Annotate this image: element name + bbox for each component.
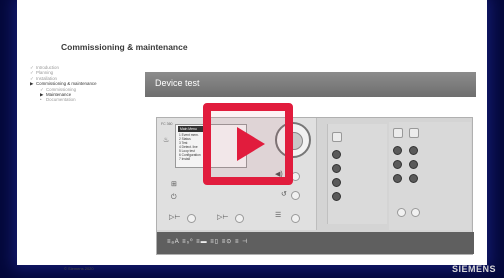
device-key bbox=[409, 174, 418, 183]
device-key bbox=[332, 164, 341, 173]
device-button bbox=[291, 214, 300, 223]
device-button bbox=[235, 214, 244, 223]
play-icon bbox=[237, 127, 265, 161]
device-key bbox=[409, 160, 418, 169]
power-icon: ⏻ bbox=[171, 194, 177, 201]
copyright-notice: © Siemens 2020 bbox=[64, 266, 94, 271]
relay-icon: ▷⊢ bbox=[217, 214, 229, 221]
video-play-button[interactable] bbox=[203, 103, 293, 185]
siemens-logo: SIEMENS bbox=[451, 264, 496, 274]
device-key bbox=[332, 132, 342, 142]
siren-icon: ☰ bbox=[275, 212, 282, 219]
device-key bbox=[332, 192, 341, 201]
flame-icon: ♨ bbox=[163, 137, 170, 144]
device-key bbox=[409, 128, 419, 138]
device-key bbox=[393, 174, 402, 183]
course-navigation: ✓ Introduction ✓ Planning ✓ Installation ▶ C… bbox=[30, 65, 160, 103]
device-status-strip: ≡ₐA ≡₀⁰ ≡▬ ≡▯ ≡⊙ ≡ ⊣ bbox=[157, 232, 474, 254]
reset-icon: ↺ bbox=[281, 191, 287, 198]
device-key bbox=[397, 208, 406, 217]
device-test-title: Device test bbox=[155, 78, 200, 88]
device-key bbox=[393, 160, 402, 169]
network-icon: ⊞ bbox=[171, 181, 177, 188]
device-key bbox=[411, 208, 420, 217]
nav-subitem-documentation[interactable]: • Documentation bbox=[30, 97, 160, 102]
slide-title: Commissioning & maintenance bbox=[61, 42, 188, 52]
device-key-column bbox=[327, 124, 387, 224]
device-keypad bbox=[389, 122, 471, 230]
device-status-icons: ≡ₐA ≡₀⁰ ≡▬ ≡▯ ≡⊙ ≡ ⊣ bbox=[167, 239, 249, 245]
device-key bbox=[393, 128, 403, 138]
device-button bbox=[187, 214, 196, 223]
device-key bbox=[393, 146, 402, 155]
device-test-header: Device test bbox=[145, 72, 476, 97]
device-key bbox=[332, 150, 341, 159]
device-key bbox=[409, 146, 418, 155]
device-key bbox=[332, 178, 341, 187]
relay-icon: ▷⊢ bbox=[169, 214, 181, 221]
device-brand-label: FC 360 bbox=[161, 122, 173, 126]
device-button bbox=[291, 191, 300, 200]
